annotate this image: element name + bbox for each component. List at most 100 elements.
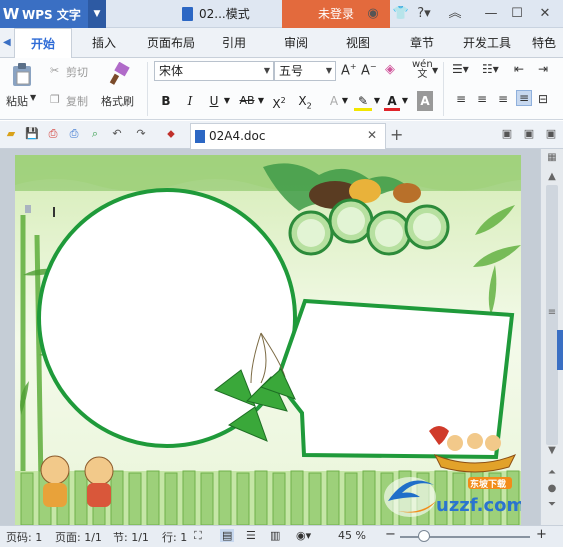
- align-center-icon[interactable]: ≡: [477, 92, 487, 106]
- print-preview-icon[interactable]: ⌕: [88, 127, 102, 141]
- maximize-icon[interactable]: ☐: [508, 4, 526, 24]
- app-menu-button[interactable]: W WPS 文字 ▼: [0, 0, 106, 28]
- font-name-select[interactable]: 宋体 ▼: [154, 61, 274, 81]
- zoom-slider-thumb[interactable]: [418, 530, 430, 542]
- shirt-icon[interactable]: 👕: [392, 4, 410, 24]
- ribbon-panel: 粘贴 ▼ ✂ 剪切 ❐ 复制 格式刷 宋体 ▼ 五号 ▼ A+ A− ◈ wén…: [0, 58, 563, 120]
- previous-page-icon[interactable]: ⏶: [541, 467, 563, 478]
- redo-icon[interactable]: ↷: [134, 127, 148, 141]
- numbered-list-icon[interactable]: ☷▾: [482, 62, 499, 76]
- collapse-ribbon-icon[interactable]: ︽: [446, 4, 464, 24]
- chevron-down-icon[interactable]: ▼: [88, 0, 106, 28]
- chevron-down-icon[interactable]: ▼: [222, 91, 232, 111]
- align-left-icon[interactable]: ≡: [456, 92, 466, 106]
- tab-features[interactable]: 特色: [526, 28, 562, 58]
- next-page-icon[interactable]: ⏷: [541, 499, 563, 510]
- zoom-out-button[interactable]: −: [385, 527, 396, 542]
- watermark-brand: uzzf.com: [436, 495, 521, 516]
- skin-icon[interactable]: ◉: [364, 4, 382, 24]
- tab-page-layout[interactable]: 页面布局: [138, 28, 204, 58]
- reading-view-icon[interactable]: ◉▾: [296, 529, 311, 542]
- superscript-icon[interactable]: X2: [270, 91, 288, 111]
- paste-button[interactable]: 粘贴: [6, 93, 28, 109]
- font-size-select[interactable]: 五号 ▼: [274, 61, 336, 81]
- status-pages: 页面: 1/1: [55, 531, 102, 544]
- tab-references[interactable]: 引用: [212, 28, 256, 58]
- new-tab-icon[interactable]: +: [390, 125, 403, 144]
- select-browse-icon[interactable]: ●: [541, 483, 563, 494]
- scroll-tools-icon[interactable]: ▦: [541, 152, 563, 163]
- export-pdf-icon[interactable]: ⎙: [46, 127, 60, 141]
- decrease-indent-icon[interactable]: ⇤: [514, 62, 524, 76]
- window-tile-icon[interactable]: ▣: [500, 127, 514, 141]
- phonetic-guide-icon[interactable]: wén 文: [412, 60, 433, 80]
- paintbrush-icon[interactable]: [108, 61, 132, 88]
- distributed-icon[interactable]: ⊟: [538, 92, 548, 106]
- format-painter-button[interactable]: 格式刷: [101, 93, 134, 109]
- character-shading-icon[interactable]: A: [417, 91, 433, 111]
- open-folder-icon[interactable]: ▰: [4, 127, 18, 141]
- document-page[interactable]: uzzf.com 东坡下载: [15, 155, 521, 525]
- status-section: 节: 1/1: [113, 531, 149, 544]
- chevron-down-icon[interactable]: ▼: [256, 91, 266, 111]
- window-title-text: 02...模式: [199, 7, 250, 21]
- chevron-down-icon[interactable]: ▼: [30, 93, 36, 102]
- bullet-list-icon[interactable]: ☰▾: [452, 62, 469, 76]
- status-page-number: 页码: 1: [6, 531, 43, 544]
- highlight-icon[interactable]: ✎: [354, 91, 372, 111]
- close-icon[interactable]: ✕: [536, 4, 554, 24]
- font-color-icon[interactable]: A: [384, 91, 400, 111]
- window-close-icon[interactable]: ▣: [544, 127, 558, 141]
- scroll-down-arrow[interactable]: ▼: [541, 445, 563, 456]
- italic-icon[interactable]: I: [182, 91, 198, 111]
- window-restore-icon[interactable]: ▣: [522, 127, 536, 141]
- save-icon[interactable]: 💾: [25, 127, 39, 141]
- grow-font-icon[interactable]: A+: [341, 62, 357, 78]
- justify-icon[interactable]: ≡: [516, 90, 533, 106]
- tab-insert[interactable]: 插入: [80, 28, 128, 58]
- help-icon[interactable]: ?▾: [413, 4, 435, 24]
- nav-arrow-icon[interactable]: ◀: [3, 37, 11, 48]
- tab-developer[interactable]: 开发工具: [456, 28, 518, 58]
- status-row: 行: 1: [162, 531, 188, 544]
- zoom-level[interactable]: 45 %: [338, 529, 366, 542]
- scroll-up-arrow[interactable]: ▲: [541, 171, 563, 182]
- document-icon: [195, 130, 205, 143]
- subscript-icon[interactable]: X2: [296, 91, 314, 111]
- clear-format-icon[interactable]: ◈: [385, 62, 395, 77]
- minimize-icon[interactable]: —: [482, 4, 500, 24]
- document-tab[interactable]: 02A4.doc ✕: [190, 123, 386, 149]
- strikethrough-icon[interactable]: AB: [236, 91, 258, 111]
- undo-icon[interactable]: ↶: [110, 127, 124, 141]
- page-view-icon[interactable]: ▤: [220, 529, 235, 542]
- align-right-icon[interactable]: ≡: [498, 92, 508, 106]
- tab-view[interactable]: 视图: [336, 28, 380, 58]
- tab-review[interactable]: 审阅: [274, 28, 318, 58]
- font-name-value: 宋体: [159, 64, 184, 78]
- bold-icon[interactable]: B: [158, 91, 174, 111]
- web-view-icon[interactable]: ▥: [270, 529, 280, 542]
- tab-section[interactable]: 章节: [400, 28, 444, 58]
- fullscreen-icon[interactable]: ⛶: [194, 529, 202, 543]
- clipboard-icon[interactable]: [8, 62, 38, 88]
- scroll-grip-icon: ≡: [547, 307, 557, 318]
- tab-home[interactable]: 开始: [14, 28, 72, 59]
- chevron-down-icon[interactable]: ▼: [372, 91, 382, 111]
- print-icon[interactable]: ⎙: [67, 127, 81, 141]
- cut-button[interactable]: 剪切: [66, 64, 88, 80]
- side-panel-handle[interactable]: [557, 330, 563, 370]
- customize-icon[interactable]: ⬥: [164, 127, 178, 141]
- shrink-font-icon[interactable]: A−: [361, 62, 377, 78]
- chevron-down-icon[interactable]: ▼: [432, 66, 438, 75]
- chevron-down-icon[interactable]: ▼: [400, 91, 410, 111]
- copy-button[interactable]: 复制: [66, 93, 88, 109]
- app-name: WPS 文字: [22, 7, 81, 22]
- increase-indent-icon[interactable]: ⇥: [538, 62, 548, 76]
- zoom-in-button[interactable]: +: [536, 527, 547, 542]
- chevron-down-icon[interactable]: ▼: [340, 91, 350, 111]
- underline-icon[interactable]: U: [206, 91, 222, 111]
- copy-icon[interactable]: ❐: [50, 93, 60, 106]
- outline-view-icon[interactable]: ☰: [246, 529, 256, 542]
- close-tab-icon[interactable]: ✕: [367, 128, 377, 142]
- scissors-icon[interactable]: ✂: [50, 64, 59, 77]
